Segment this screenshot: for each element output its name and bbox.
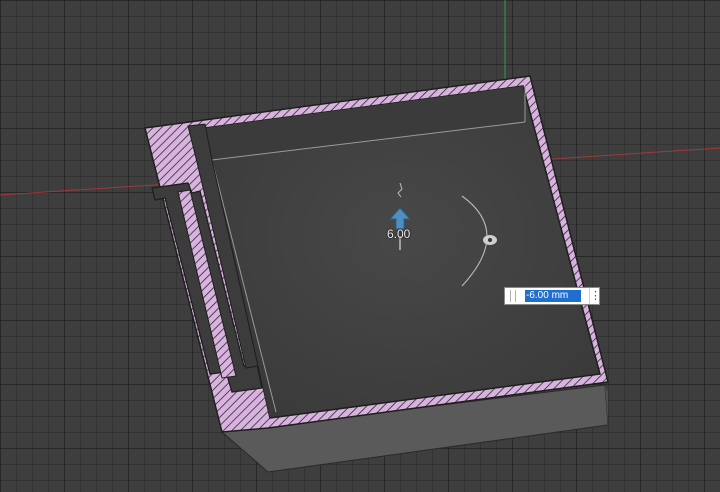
dimension-input-box[interactable]: ⋮: [504, 287, 601, 305]
more-vertical-icon[interactable]: ⋮: [589, 288, 601, 304]
drag-grip-icon[interactable]: [510, 290, 516, 302]
rotation-handle-center: [488, 238, 492, 242]
manipulator-value-label: 6.00: [387, 227, 411, 241]
3d-viewport[interactable]: 6.00 ⋮: [0, 0, 720, 492]
distance-input[interactable]: [525, 290, 581, 302]
model-scene: [0, 0, 720, 473]
